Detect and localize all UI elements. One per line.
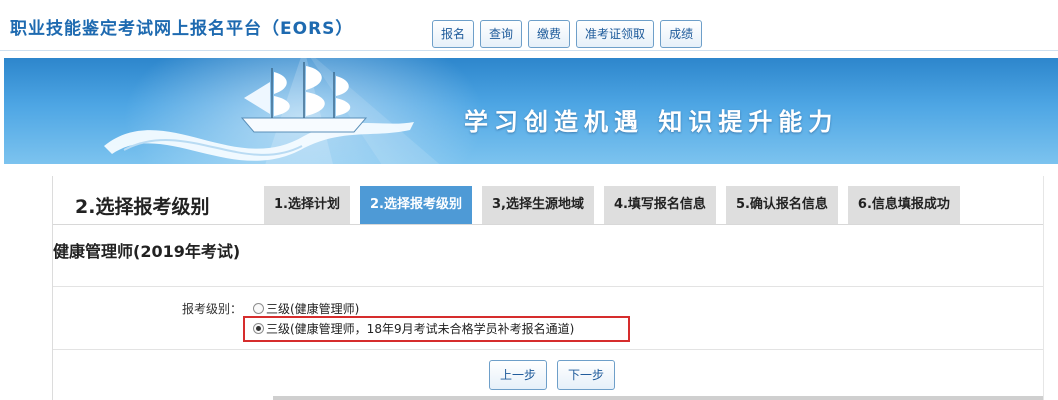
- top-nav: 报名 查询 缴费 准考证领取 成绩: [432, 20, 703, 48]
- step-fill-info[interactable]: 4.填写报名信息: [603, 186, 716, 224]
- level-radio-regular[interactable]: [253, 303, 264, 314]
- level-option-label: 三级(健康管理师): [266, 302, 360, 316]
- next-step-button[interactable]: 下一步: [557, 360, 616, 390]
- step-select-level[interactable]: 2.选择报考级别: [359, 186, 472, 224]
- banner: 学习创造机遇 知识提升能力: [4, 58, 1058, 164]
- steps-divider: [53, 224, 1043, 225]
- step-tabs: 1.选择计划 2.选择报考级别 3,选择生源地域 4.填写报名信息 5.确认报名…: [264, 186, 960, 224]
- selection-highlight-box: [243, 316, 630, 342]
- page-title: 2.选择报考级别: [75, 196, 210, 218]
- header-divider: [0, 50, 1058, 51]
- level-label: 报考级别：: [182, 302, 243, 316]
- site-title: 职业技能鉴定考试网上报名平台（EORS）: [10, 19, 354, 39]
- step-success[interactable]: 6.信息填报成功: [847, 186, 960, 224]
- prev-step-button[interactable]: 上一步: [489, 360, 548, 390]
- nav-query-button[interactable]: 查询: [480, 20, 523, 48]
- step-navigation: 上一步 下一步: [489, 360, 616, 390]
- nav-payment-button[interactable]: 缴费: [528, 20, 571, 48]
- main-panel: 2.选择报考级别 1.选择计划 2.选择报考级别 3,选择生源地域 4.填写报名…: [52, 176, 1044, 400]
- banner-slogan: 学习创造机遇 知识提升能力: [464, 107, 839, 136]
- nav-score-button[interactable]: 成绩: [660, 20, 703, 48]
- section-divider: [53, 286, 1043, 287]
- level-option-regular[interactable]: 三级(健康管理师): [253, 300, 359, 317]
- exam-title: 健康管理师(2019年考试): [53, 242, 241, 261]
- step-select-region[interactable]: 3,选择生源地域: [481, 186, 594, 224]
- nav-register-button[interactable]: 报名: [432, 20, 475, 48]
- step-select-plan[interactable]: 1.选择计划: [264, 186, 350, 224]
- step-confirm-info[interactable]: 5.确认报名信息: [725, 186, 838, 224]
- bottom-divider: [273, 396, 1043, 400]
- nav-admission-ticket-button[interactable]: 准考证领取: [576, 20, 655, 48]
- section-divider: [53, 349, 1043, 350]
